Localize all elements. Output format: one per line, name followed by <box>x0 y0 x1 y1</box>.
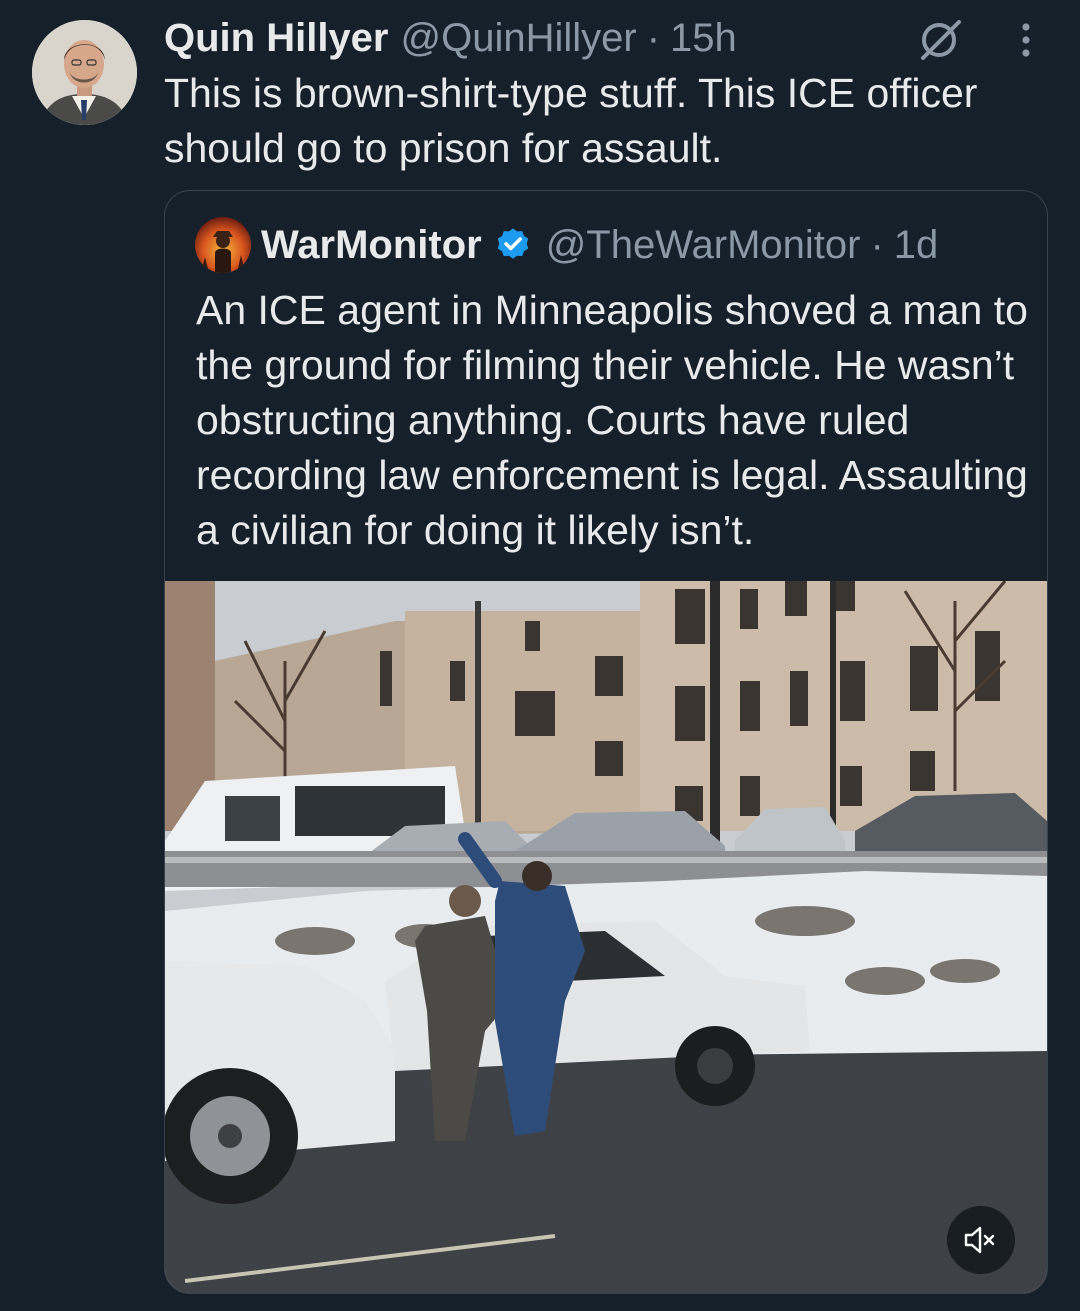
author-avatar[interactable] <box>32 20 137 125</box>
verified-badge-icon <box>497 228 528 259</box>
tweet-text: This is brown-shirt-type stuff. This ICE… <box>164 70 978 171</box>
timestamp[interactable]: 15h <box>670 16 737 61</box>
quoted-timestamp[interactable]: 1d <box>894 223 939 268</box>
speaker-muted-icon <box>964 1226 995 1254</box>
video-player[interactable] <box>165 581 1047 1293</box>
author-handle[interactable]: @QuinHillyer <box>401 16 637 61</box>
warmonitor-logo-icon <box>195 217 251 273</box>
tweet-header: Quin Hillyer @QuinHillyer · 15h <box>164 12 737 64</box>
quoted-tweet-text: An ICE agent in Minneapolis shoved a man… <box>196 287 1028 553</box>
quoted-tweet-header: WarMonitor @TheWarMonitor · 1d <box>261 217 938 273</box>
video-frame <box>165 581 1047 1293</box>
grok-icon[interactable] <box>915 16 965 62</box>
quoted-author-handle[interactable]: @TheWarMonitor <box>546 223 861 268</box>
author-name[interactable]: Quin Hillyer <box>164 16 389 61</box>
quoted-tweet-card[interactable]: WarMonitor @TheWarMonitor · 1d An ICE ag… <box>164 190 1048 1294</box>
profile-photo <box>32 20 137 125</box>
more-vertical-icon[interactable] <box>1012 18 1040 62</box>
quoted-author-avatar[interactable] <box>195 217 251 273</box>
mute-toggle-button[interactable] <box>947 1206 1015 1274</box>
separator: · <box>646 15 661 60</box>
quoted-author-name[interactable]: WarMonitor <box>261 223 482 268</box>
separator: · <box>870 222 884 267</box>
